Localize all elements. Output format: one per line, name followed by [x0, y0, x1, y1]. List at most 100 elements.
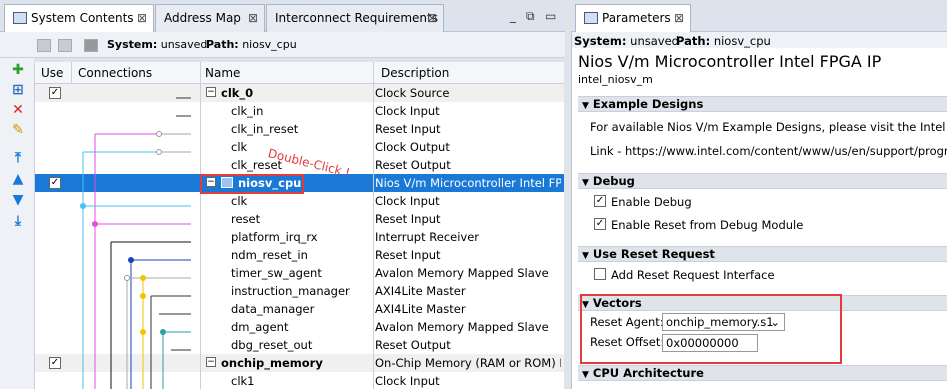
use-checkbox[interactable]: ✓ [49, 87, 61, 99]
row-name: clk_in [231, 104, 264, 118]
row-name: platform_irq_rx [231, 230, 318, 244]
row-name: ndm_reset_in [231, 248, 308, 262]
remove-icon[interactable]: ✕ [10, 102, 26, 118]
ip-subtitle: intel_niosv_m [578, 73, 653, 86]
divider [71, 62, 72, 84]
close-icon[interactable]: ⊠ [137, 5, 147, 31]
row-description: Reset Input [375, 122, 441, 136]
row-description: Reset Output [375, 338, 451, 352]
enable-debug-label: Enable Debug [611, 195, 692, 209]
row-description: Reset Output [375, 158, 451, 172]
row-name: timer_sw_agent [231, 266, 322, 280]
divider [373, 62, 374, 84]
divider [200, 84, 201, 389]
row-description: Clock Output [375, 140, 450, 154]
connection-wires [80, 97, 191, 389]
tab-address-map[interactable]: Address Map ⊠ [155, 4, 265, 32]
system-icon [84, 39, 98, 52]
row-name: reset [231, 212, 261, 226]
path-label: Path: niosv_cpu [206, 38, 297, 51]
row-description: Avalon Memory Mapped Slave [375, 266, 549, 280]
tab-label: Interconnect Requirements [275, 11, 438, 25]
row-name: clk [231, 140, 248, 154]
minimize-icon[interactable]: _ [510, 9, 516, 23]
divider [200, 62, 201, 84]
add-reset-request-label: Add Reset Request Interface [611, 268, 775, 282]
tab-label: System Contents [31, 11, 134, 25]
ip-title: Nios V/m Microcontroller Intel FPGA IP [578, 52, 882, 71]
tab-label: Parameters [602, 11, 671, 25]
right-tab-bar: Parameters ⊠ [571, 0, 947, 33]
tab-system-contents[interactable]: System Contents ⊠ [4, 4, 154, 33]
example-text: For available Nios V/m Example Designs, … [590, 120, 947, 134]
row-description: Clock Input [375, 194, 440, 208]
close-icon[interactable]: ⊠ [248, 5, 258, 31]
connect-icon[interactable]: ⊞ [10, 82, 26, 98]
add-icon[interactable]: ✚ [10, 62, 26, 78]
path-label: Path: niosv_cpu [676, 34, 771, 48]
highlight-box [200, 174, 304, 194]
parameters-path-bar: System: unsaved Path: niosv_cpu [572, 32, 947, 48]
parameters-icon [584, 12, 598, 24]
row-description: AXI4Lite Master [375, 284, 466, 298]
system-label: System: unsaved [574, 34, 679, 48]
row-name: clk [231, 194, 248, 208]
maximize-icon[interactable]: ▭ [545, 9, 556, 23]
edit-icon[interactable]: ✎ [10, 122, 26, 138]
row-name: instruction_manager [231, 284, 350, 298]
row-name: clk_in_reset [231, 122, 299, 136]
system-label: System: unsaved [107, 38, 208, 51]
row-description: On-Chip Memory (RAM or ROM) Int [375, 356, 561, 370]
row-description: Reset Input [375, 248, 441, 262]
row-description: Interrupt Receiver [375, 230, 480, 244]
close-icon[interactable]: ⊠ [427, 5, 437, 31]
section-example-designs[interactable]: ▼ Example Designs [578, 96, 947, 112]
example-link[interactable]: Link - https://www.intel.com/content/www… [590, 144, 947, 158]
move-down-icon[interactable]: ▼ [10, 192, 26, 208]
system-bar: System: unsaved Path: niosv_cpu [0, 32, 565, 58]
move-top-icon[interactable]: ⤒ [10, 150, 26, 166]
restore-icon[interactable]: ⧉ [526, 9, 535, 24]
section-cpu-architecture[interactable]: ▼ CPU Architecture [578, 365, 947, 381]
row-name: dm_agent [231, 320, 289, 334]
move-down-icon[interactable] [58, 39, 72, 52]
left-tab-bar: System Contents ⊠ Address Map ⊠ Intercon… [0, 0, 565, 33]
row-name: clk_0 [221, 86, 254, 100]
close-icon[interactable]: ⊠ [674, 5, 684, 31]
tab-interconnect-requirements[interactable]: Interconnect Requirements ⊠ [266, 4, 444, 32]
use-checkbox[interactable]: ✓ [49, 177, 61, 189]
system-contents-icon [13, 12, 27, 24]
section-use-reset-request[interactable]: ▼ Use Reset Request [578, 246, 947, 262]
row-description: Clock Input [375, 374, 440, 388]
row-description: Reset Input [375, 212, 441, 226]
enable-reset-debug-checkbox[interactable]: ✓ [594, 218, 606, 230]
move-up-icon[interactable] [37, 39, 51, 52]
divider [373, 84, 374, 389]
use-checkbox[interactable]: ✓ [49, 357, 61, 369]
row-name: onchip_memory [221, 356, 323, 370]
move-up-icon[interactable]: ▲ [10, 171, 26, 187]
collapse-icon[interactable]: − [206, 357, 216, 367]
col-description[interactable]: Description [381, 66, 449, 80]
col-name[interactable]: Name [205, 66, 240, 80]
tab-label: Address Map [164, 11, 241, 25]
row-description: Clock Input [375, 104, 440, 118]
move-bottom-icon[interactable]: ⤓ [10, 213, 26, 229]
parameters-panel: System: unsaved Path: niosv_cpu Nios V/m… [571, 32, 947, 389]
vectors-highlight-box [580, 294, 842, 364]
add-reset-request-checkbox[interactable] [594, 268, 606, 280]
table-header: Use Connections Name Description [35, 62, 564, 84]
col-connections[interactable]: Connections [78, 66, 152, 80]
enable-reset-debug-label: Enable Reset from Debug Module [611, 218, 804, 232]
collapse-icon[interactable]: − [206, 87, 216, 97]
row-name: dbg_reset_out [231, 338, 313, 352]
row-description: Nios V/m Microcontroller Intel FPGA [375, 176, 561, 190]
enable-debug-checkbox[interactable]: ✓ [594, 195, 606, 207]
col-use[interactable]: Use [41, 66, 63, 80]
row-name: clk1 [231, 374, 255, 388]
vertical-toolbar: ✚ ⊞ ✕ ✎ ⤒ ▲ ▼ ⤓ [0, 58, 34, 389]
tab-parameters[interactable]: Parameters ⊠ [575, 4, 691, 33]
section-debug[interactable]: ▼ Debug [578, 173, 947, 189]
row-name: data_manager [231, 302, 315, 316]
row-description: Clock Source [375, 86, 450, 100]
